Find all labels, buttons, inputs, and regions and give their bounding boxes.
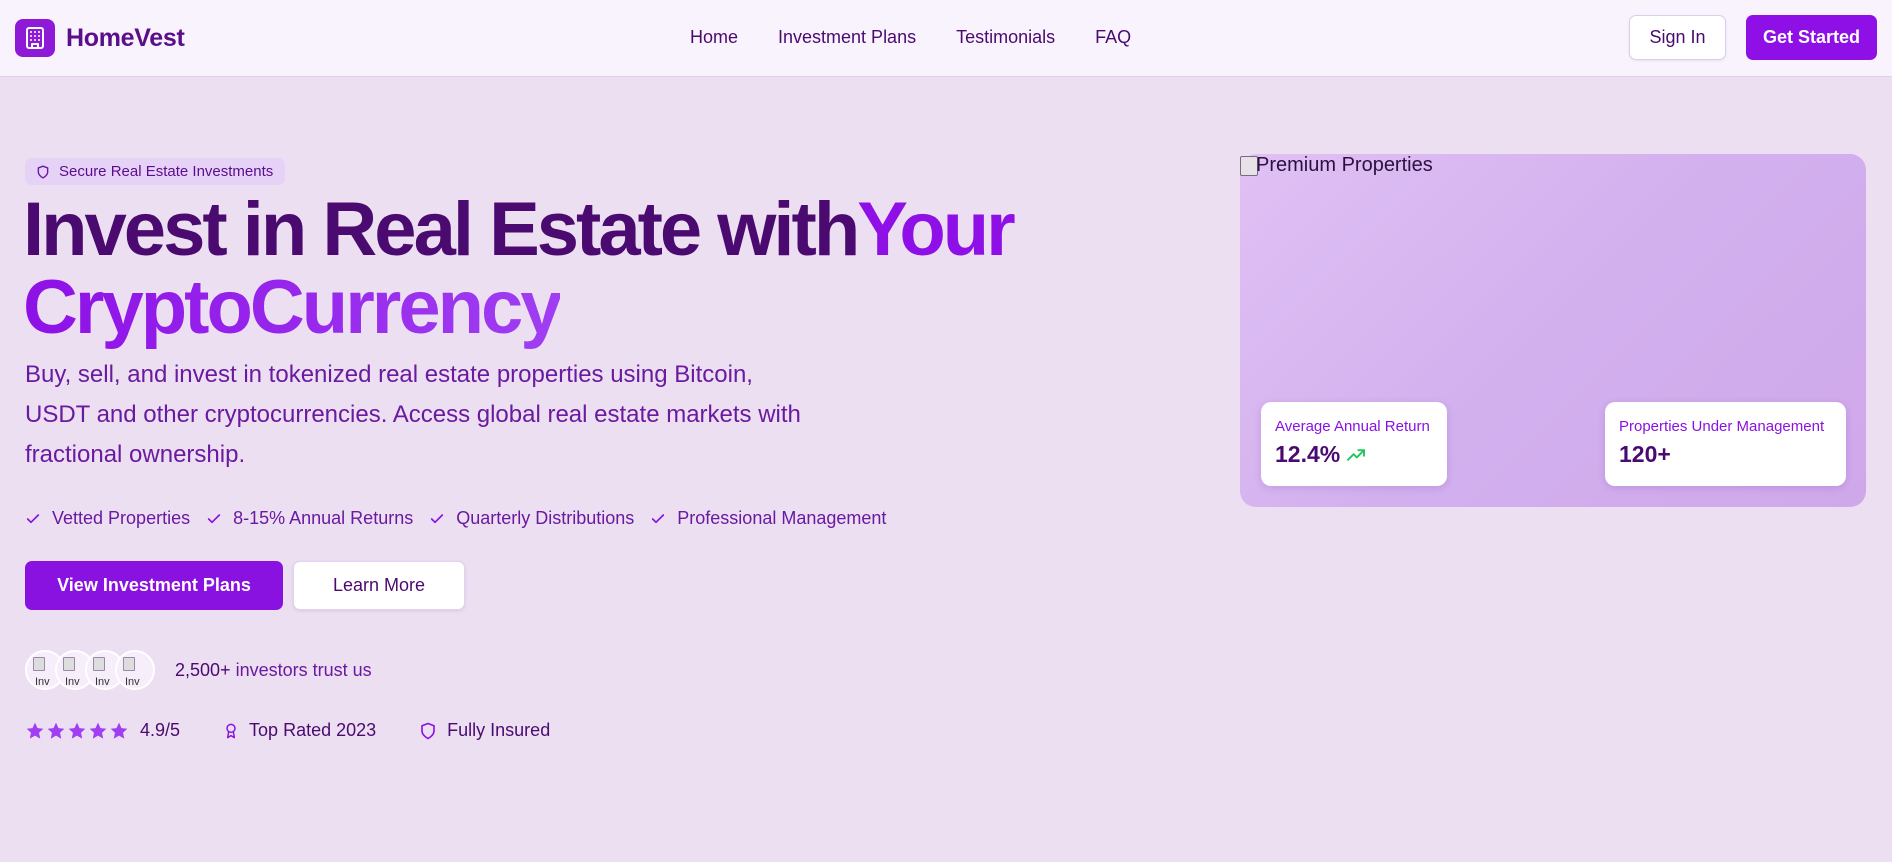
star-icon: [89, 722, 107, 739]
check-icon: [207, 513, 221, 523]
feature-item: Quarterly Distributions: [429, 508, 634, 529]
award-icon: [226, 723, 236, 738]
trust-stats: 4.9/5 Top Rated 2023 Fully Insured: [25, 720, 550, 741]
feature-label: 8-15% Annual Returns: [233, 508, 414, 528]
feature-item: Vetted Properties: [25, 508, 190, 529]
investor-trust-text: 2,500+ investors trust us: [175, 660, 372, 681]
investor-count: 2,500+: [175, 660, 231, 680]
properties-under-management-card: Properties Under Management 120+: [1605, 402, 1846, 486]
stat-value: 120+: [1619, 441, 1671, 467]
star-icon: [47, 722, 65, 739]
headline-main: Invest in Real Estate with: [23, 187, 860, 272]
average-return-card: Average Annual Return 12.4%: [1261, 402, 1447, 486]
feature-item: 8-15% Annual Returns: [206, 508, 413, 529]
sign-in-button[interactable]: Sign In: [1629, 15, 1726, 60]
premium-properties-image: Premium Properties: [1240, 154, 1433, 177]
avatar: Inv: [115, 650, 155, 690]
trending-up-icon: [1347, 448, 1366, 461]
nav-testimonials[interactable]: Testimonials: [956, 27, 1055, 48]
nav-investment-plans[interactable]: Investment Plans: [778, 27, 916, 48]
investor-avatars: Inv Inv Inv Inv: [25, 650, 155, 690]
feature-item: Professional Management: [650, 508, 886, 529]
nav-home[interactable]: Home: [690, 27, 738, 48]
building-icon: [15, 19, 55, 57]
star-icon: [68, 722, 86, 739]
hero-description: Buy, sell, and invest in tokenized real …: [25, 361, 801, 468]
check-icon: [652, 513, 665, 523]
star-icon: [26, 722, 44, 739]
shield-icon: [37, 164, 49, 179]
property-showcase: Premium Properties Average Annual Return…: [1240, 154, 1866, 507]
security-badge: Secure Real Estate Investments: [25, 158, 286, 185]
headline-highlight-crypto: CryptoCurrency: [23, 265, 563, 350]
get-started-button[interactable]: Get Started: [1746, 15, 1877, 60]
feature-label: Vetted Properties: [52, 508, 191, 528]
view-investment-plans-button[interactable]: View Investment Plans: [25, 561, 283, 610]
award-label: Top Rated 2023: [249, 720, 377, 740]
stat-label: Average Annual Return: [1275, 418, 1430, 435]
learn-more-button[interactable]: Learn More: [293, 561, 465, 610]
check-icon: [26, 513, 40, 523]
rating-value: 4.9/5: [140, 720, 181, 740]
shield-icon: [421, 722, 435, 739]
site-header: HomeVest Home Investment Plans Testimoni…: [0, 0, 1892, 77]
nav-faq[interactable]: FAQ: [1095, 27, 1131, 48]
image-alt-text: Premium Properties: [1256, 154, 1433, 176]
star-icon: [110, 722, 128, 739]
investor-trust-label: investors trust us: [235, 660, 372, 680]
feature-list: Vetted Properties 8-15% Annual Returns Q…: [25, 508, 902, 529]
brand-logo[interactable]: HomeVest: [15, 19, 185, 57]
insured-label: Fully Insured: [447, 720, 551, 740]
stat-value: 12.4%: [1275, 441, 1433, 468]
main-nav: Home Investment Plans Testimonials FAQ: [690, 27, 1171, 48]
stat-label: Properties Under Management: [1619, 418, 1825, 435]
star-rating: [25, 721, 130, 741]
check-icon: [431, 513, 444, 523]
badge-label: Secure Real Estate Investments: [59, 163, 274, 180]
award-stat: Top Rated 2023: [223, 720, 376, 741]
hero-headline: Invest in Real Estate withYour CryptoCur…: [23, 191, 1016, 350]
insured-stat: Fully Insured: [419, 720, 550, 741]
headline-highlight-your: Your: [857, 187, 1015, 272]
feature-label: Professional Management: [677, 508, 887, 528]
feature-label: Quarterly Distributions: [456, 508, 635, 528]
brand-name: HomeVest: [66, 23, 185, 52]
